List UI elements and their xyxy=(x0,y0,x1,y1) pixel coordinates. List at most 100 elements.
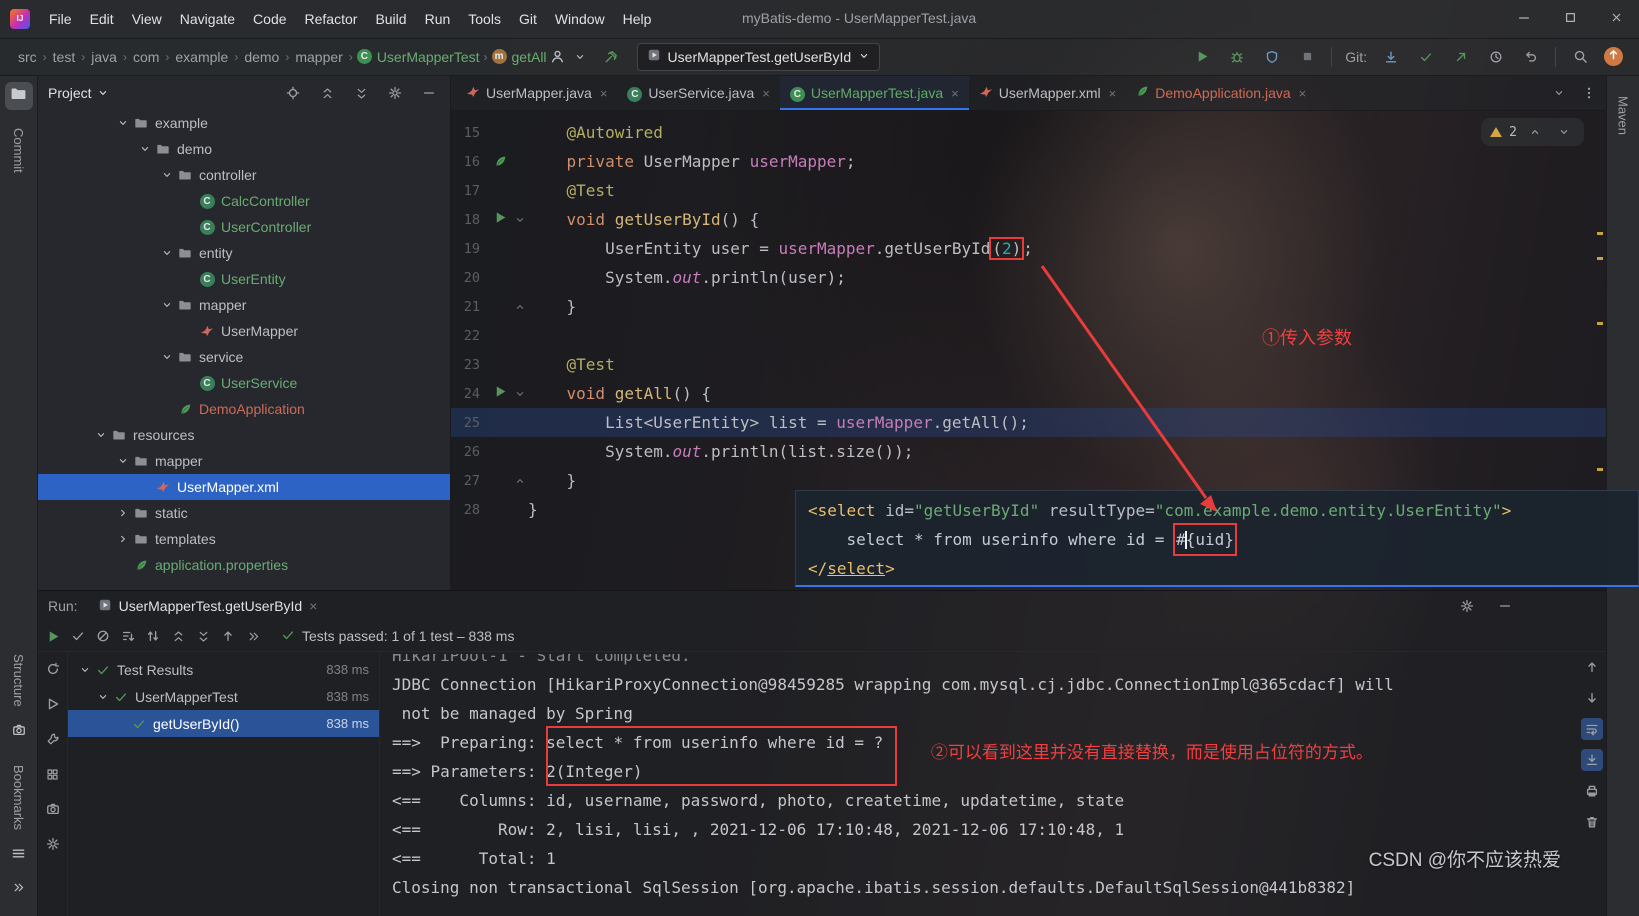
editor-tab[interactable]: CUserMapperTest.java× xyxy=(780,76,969,110)
show-ignored-icon[interactable] xyxy=(92,625,114,647)
push-icon[interactable] xyxy=(1450,46,1472,68)
close-tab-icon[interactable]: × xyxy=(951,86,959,101)
project-tree-item[interactable]: example xyxy=(38,110,450,136)
commit-icon[interactable] xyxy=(1415,46,1437,68)
console[interactable]: HikariPool-1 - Start completed.JDBC Conn… xyxy=(380,652,1578,916)
project-tree-item[interactable]: UserMapper.xml xyxy=(38,474,450,500)
menu-build[interactable]: Build xyxy=(366,11,415,27)
show-passed-icon[interactable] xyxy=(67,625,89,647)
fold-marker[interactable] xyxy=(512,301,528,313)
rerun-icon[interactable] xyxy=(42,658,64,680)
project-tree-item[interactable]: application.properties xyxy=(38,552,450,578)
expand-all-icon[interactable] xyxy=(167,625,189,647)
scroll-up-icon[interactable] xyxy=(1581,656,1603,678)
menu-git[interactable]: Git xyxy=(510,11,546,27)
project-tree-item[interactable]: templates xyxy=(38,526,450,552)
collapse-all-icon[interactable] xyxy=(350,82,372,104)
project-tree-item[interactable]: CCalcController xyxy=(38,188,450,214)
more-tool-windows-button[interactable] xyxy=(5,876,33,904)
update-available-button[interactable] xyxy=(1604,47,1623,66)
rerun-failed-icon[interactable] xyxy=(42,693,64,715)
code-line[interactable]: 18 void getUserById() { xyxy=(450,205,1606,234)
code-line[interactable]: 26 System.out.println(list.size()); xyxy=(450,437,1606,466)
run-button[interactable] xyxy=(1191,46,1213,68)
code-line[interactable]: 20 System.out.println(user); xyxy=(450,263,1606,292)
hidden-tabs-icon[interactable] xyxy=(1548,82,1570,104)
rollback-icon[interactable] xyxy=(1520,46,1542,68)
code-line[interactable]: 24 void getAll() { xyxy=(450,379,1606,408)
debug-button[interactable] xyxy=(1226,46,1248,68)
layout-icon[interactable] xyxy=(42,763,64,785)
test-tree-item[interactable]: getUserById()838 ms xyxy=(68,710,379,737)
project-tool-button[interactable] xyxy=(5,82,33,110)
project-tree-item[interactable]: entity xyxy=(38,240,450,266)
menu-edit[interactable]: Edit xyxy=(81,11,123,27)
stop-button[interactable] xyxy=(1296,46,1318,68)
select-opened-file-icon[interactable] xyxy=(282,82,304,104)
settings-gear-icon[interactable] xyxy=(384,82,406,104)
more-options-icon[interactable] xyxy=(1578,82,1600,104)
settings-gear-icon[interactable] xyxy=(1456,595,1478,617)
clear-console-icon[interactable] xyxy=(1581,811,1603,833)
search-icon[interactable] xyxy=(1569,46,1591,68)
warning-stripe-mark[interactable] xyxy=(1597,257,1603,260)
editor-tab[interactable]: UserMapper.xml× xyxy=(969,76,1127,110)
menu-window[interactable]: Window xyxy=(546,11,614,27)
run-test-gutter-icon[interactable] xyxy=(488,210,512,229)
menu-view[interactable]: View xyxy=(123,11,171,27)
main-menu-button[interactable] xyxy=(5,842,33,870)
code-line[interactable]: 15 @Autowired xyxy=(450,118,1606,147)
menu-run[interactable]: Run xyxy=(416,11,460,27)
print-icon[interactable] xyxy=(1581,780,1603,802)
sort-alphabetically-icon[interactable] xyxy=(142,625,164,647)
test-tree-item[interactable]: UserMapperTest838 ms xyxy=(68,683,379,710)
menu-navigate[interactable]: Navigate xyxy=(171,11,244,27)
test-tree-item[interactable]: Test Results838 ms xyxy=(68,656,379,683)
quick-definition-popup[interactable]: <select id="getUserById" resultType="com… xyxy=(795,490,1639,587)
breadcrumb-item[interactable]: mapper xyxy=(293,49,344,65)
menu-help[interactable]: Help xyxy=(614,11,661,27)
project-tree-item[interactable]: CUserService xyxy=(38,370,450,396)
maximize-button[interactable] xyxy=(1547,0,1593,38)
previous-failed-icon[interactable] xyxy=(217,625,239,647)
project-tree-item[interactable]: CUserController xyxy=(38,214,450,240)
run-tab[interactable]: UserMapperTest.getUserById × xyxy=(90,591,326,621)
breadcrumb-class[interactable]: CUserMapperTest xyxy=(357,49,480,65)
build-icon[interactable] xyxy=(601,46,623,68)
soft-wrap-icon[interactable] xyxy=(1581,718,1603,740)
project-tree-item[interactable]: mapper xyxy=(38,292,450,318)
camera-icon[interactable] xyxy=(42,798,64,820)
hide-panel-icon[interactable] xyxy=(1494,595,1516,617)
breadcrumb-method[interactable]: mgetAll xyxy=(492,49,547,65)
code-line[interactable]: 19 UserEntity user = userMapper.getUserB… xyxy=(450,234,1606,263)
code-line[interactable]: 16 private UserMapper userMapper; xyxy=(450,147,1606,176)
update-project-icon[interactable] xyxy=(1380,46,1402,68)
warning-stripe-mark[interactable] xyxy=(1597,322,1603,325)
project-tree-item[interactable]: demo xyxy=(38,136,450,162)
project-tree-item[interactable]: mapper xyxy=(38,448,450,474)
minimize-button[interactable] xyxy=(1501,0,1547,38)
run-configuration-select[interactable]: UserMapperTest.getUserById xyxy=(637,43,881,71)
sort-by-duration-icon[interactable] xyxy=(117,625,139,647)
coverage-button[interactable] xyxy=(1261,46,1283,68)
breadcrumb-item[interactable]: demo xyxy=(242,49,281,65)
breadcrumb-item[interactable]: src xyxy=(16,49,39,65)
more-actions-icon[interactable] xyxy=(242,625,264,647)
project-tree-item[interactable]: service xyxy=(38,344,450,370)
editor-tab[interactable]: DemoApplication.java× xyxy=(1126,76,1316,110)
warning-stripe-mark[interactable] xyxy=(1597,232,1603,235)
code-line[interactable]: 23 @Test xyxy=(450,350,1606,379)
next-problem-icon[interactable] xyxy=(1553,121,1575,143)
test-settings-icon[interactable] xyxy=(42,728,64,750)
editor-tab[interactable]: CUserService.java× xyxy=(617,76,779,110)
run-test-gutter-icon[interactable] xyxy=(488,384,512,403)
commit-tool-button[interactable]: Commit xyxy=(11,128,26,173)
history-icon[interactable] xyxy=(1485,46,1507,68)
fold-marker[interactable] xyxy=(512,214,528,226)
close-tab-icon[interactable]: × xyxy=(762,86,770,101)
fold-marker[interactable] xyxy=(512,475,528,487)
structure-tool-button[interactable]: Structure xyxy=(11,654,26,707)
project-tree-item[interactable]: static xyxy=(38,500,450,526)
menu-code[interactable]: Code xyxy=(244,11,295,27)
bookmarks-tool-button[interactable]: Bookmarks xyxy=(11,765,26,830)
